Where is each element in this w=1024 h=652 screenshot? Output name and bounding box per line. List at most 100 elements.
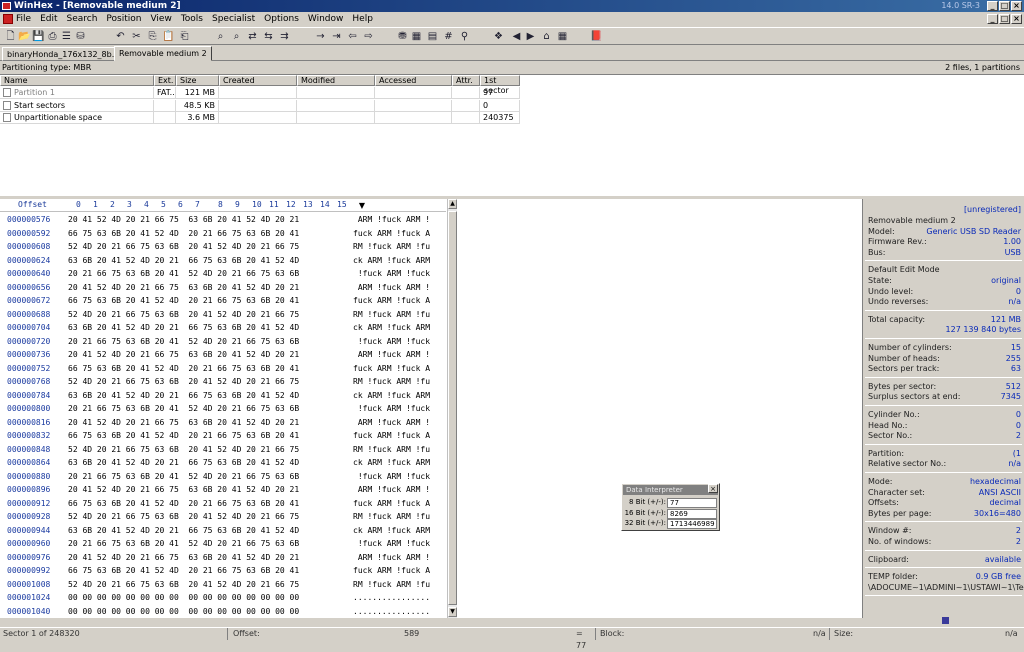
hex-text[interactable]: RM !fuck ARM !fu xyxy=(353,443,430,456)
hex-line[interactable]: 000000640 20 21 66 75 63 6B 20 41 52 4D 2… xyxy=(0,267,446,281)
hash-icon[interactable]: # xyxy=(442,30,455,43)
hex-text[interactable]: fuck ARM !fuck A xyxy=(353,497,430,510)
hex-bytes[interactable]: 63 6B 20 41 52 4D 20 21 66 75 63 6B 20 4… xyxy=(68,524,299,537)
hex-text[interactable]: ARM !fuck ARM ! xyxy=(353,213,430,226)
data-interpreter-title[interactable]: Data Interpreter xyxy=(623,485,718,495)
hex-line[interactable]: 000000704 63 6B 20 41 52 4D 20 21 66 75 6… xyxy=(0,321,446,335)
app-icon[interactable] xyxy=(2,2,11,10)
help-book-icon[interactable]: 📕 xyxy=(590,30,603,43)
charset-dropdown-icon[interactable]: ▼ xyxy=(352,200,372,211)
hex-line[interactable]: 000000992 66 75 63 6B 20 41 52 4D 20 21 6… xyxy=(0,564,446,578)
col-header-7[interactable]: 1st sector xyxy=(480,75,520,95)
col-header-6[interactable]: Attr. xyxy=(452,75,480,86)
data-interpreter-close-icon[interactable]: × xyxy=(708,484,718,493)
menu-options[interactable]: Options xyxy=(264,14,299,24)
save-icon[interactable]: 💾 xyxy=(32,30,45,43)
hex-text[interactable]: RM !fuck ARM !fu xyxy=(353,510,430,523)
calculator-icon[interactable]: ▤ xyxy=(426,30,439,43)
tab-removable-medium[interactable]: Removable medium 2 xyxy=(114,46,212,61)
hex-text[interactable]: ck ARM !fuck ARM xyxy=(353,524,430,537)
hex-line[interactable]: 000000768 52 4D 20 21 66 75 63 6B 20 41 5… xyxy=(0,375,446,389)
hex-bytes[interactable]: 63 6B 20 41 52 4D 20 21 66 75 63 6B 20 4… xyxy=(68,389,299,402)
col-header-5[interactable]: Accessed xyxy=(375,75,452,86)
menu-window[interactable]: Window xyxy=(308,14,344,24)
prev-sector-icon[interactable]: ◀ xyxy=(510,30,523,43)
hex-line[interactable]: 000000976 20 41 52 4D 20 21 66 75 63 6B 2… xyxy=(0,551,446,565)
hex-line[interactable]: 000000656 20 41 52 4D 20 21 66 75 63 6B 2… xyxy=(0,281,446,295)
replace-hex-icon[interactable]: ⇆ xyxy=(262,30,275,43)
menu-edit[interactable]: Edit xyxy=(40,14,57,24)
copy-icon[interactable]: ⎘ xyxy=(146,30,159,43)
col-header-1[interactable]: Ext. xyxy=(154,75,176,86)
file-row[interactable]: Start sectors 48.5 KB 0 xyxy=(0,99,520,112)
hex-bytes[interactable]: 66 75 63 6B 20 41 52 4D 20 21 66 75 63 6… xyxy=(68,497,299,510)
scroll-down-icon[interactable]: ▼ xyxy=(448,607,457,617)
hex-bytes[interactable]: 20 41 52 4D 20 21 66 75 63 6B 20 41 52 4… xyxy=(68,483,299,496)
hex-line[interactable]: 000000720 20 21 66 75 63 6B 20 41 52 4D 2… xyxy=(0,335,446,349)
hex-line[interactable]: 000000880 20 21 66 75 63 6B 20 41 52 4D 2… xyxy=(0,470,446,484)
hex-editor[interactable]: Offset 0 1 2 3 4 5 6 7 8 9 10 11 12 13 14 15 ▼ 00000057… xyxy=(0,199,862,618)
col-header-2[interactable]: Size xyxy=(176,75,219,86)
menu-view[interactable]: View xyxy=(150,14,171,24)
file-row[interactable]: Partition 1 FAT... 121 MB 97 xyxy=(0,87,520,99)
hex-bytes[interactable]: 20 21 66 75 63 6B 20 41 52 4D 20 21 66 7… xyxy=(68,470,299,483)
next-sector-icon[interactable]: ▶ xyxy=(524,30,537,43)
maximize-button[interactable]: □ xyxy=(999,1,1010,11)
menu-tools[interactable]: Tools xyxy=(181,14,203,24)
hex-text[interactable]: !fuck ARM !fuck xyxy=(353,470,430,483)
hex-text[interactable]: !fuck ARM !fuck xyxy=(353,402,430,415)
hex-line[interactable]: 000000816 20 41 52 4D 20 21 66 75 63 6B 2… xyxy=(0,416,446,430)
hex-line[interactable]: 000000688 52 4D 20 21 66 75 63 6B 20 41 5… xyxy=(0,308,446,322)
hex-bytes[interactable]: 52 4D 20 21 66 75 63 6B 20 41 52 4D 20 2… xyxy=(68,578,299,591)
hex-bytes[interactable]: 20 21 66 75 63 6B 20 41 52 4D 20 21 66 7… xyxy=(68,537,299,550)
vertical-scrollbar[interactable]: ▲ ▼ xyxy=(447,199,457,618)
hex-bytes[interactable]: 52 4D 20 21 66 75 63 6B 20 41 52 4D 20 2… xyxy=(68,240,299,253)
hex-text[interactable]: RM !fuck ARM !fu xyxy=(353,578,430,591)
hex-line[interactable]: 000000672 66 75 63 6B 20 41 52 4D 20 21 6… xyxy=(0,294,446,308)
hex-text[interactable]: ck ARM !fuck ARM xyxy=(353,456,430,469)
hex-bytes[interactable]: 66 75 63 6B 20 41 52 4D 20 21 66 75 63 6… xyxy=(68,429,299,442)
hex-line[interactable]: 000000896 20 41 52 4D 20 21 66 75 63 6B 2… xyxy=(0,483,446,497)
hex-text[interactable]: ................ xyxy=(353,591,430,604)
hex-bytes[interactable]: 20 41 52 4D 20 21 66 75 63 6B 20 41 52 4… xyxy=(68,281,299,294)
hex-bytes[interactable]: 66 75 63 6B 20 41 52 4D 20 21 66 75 63 6… xyxy=(68,294,299,307)
menu-file[interactable]: File xyxy=(16,14,31,24)
print-icon[interactable]: ⎙ xyxy=(46,30,59,43)
col-header-4[interactable]: Modified xyxy=(297,75,375,86)
find-next-icon[interactable]: ⇉ xyxy=(278,30,291,43)
hex-bytes[interactable]: 20 41 52 4D 20 21 66 75 63 6B 20 41 52 4… xyxy=(68,213,299,226)
hex-bytes[interactable]: 52 4D 20 21 66 75 63 6B 20 41 52 4D 20 2… xyxy=(68,308,299,321)
hex-text[interactable]: fuck ARM !fuck A xyxy=(353,227,430,240)
hex-text[interactable]: !fuck ARM !fuck xyxy=(353,267,430,280)
hex-text[interactable]: fuck ARM !fuck A xyxy=(353,294,430,307)
hex-bytes[interactable]: 63 6B 20 41 52 4D 20 21 66 75 63 6B 20 4… xyxy=(68,456,299,469)
find-hex-icon[interactable]: ⌕ xyxy=(230,30,243,43)
hex-bytes[interactable]: 00 00 00 00 00 00 00 00 00 00 00 00 00 0… xyxy=(68,591,299,604)
cut-icon[interactable]: ✂ xyxy=(130,30,143,43)
hex-text[interactable]: ARM !fuck ARM ! xyxy=(353,348,430,361)
open-icon[interactable]: 📂 xyxy=(18,30,31,43)
hex-line[interactable]: 000000960 20 21 66 75 63 6B 20 41 52 4D 2… xyxy=(0,537,446,551)
paste-icon[interactable]: 📋 xyxy=(162,30,175,43)
hex-line[interactable]: 000000784 63 6B 20 41 52 4D 20 21 66 75 6… xyxy=(0,389,446,403)
table-icon[interactable]: ▦ xyxy=(556,30,569,43)
hex-text[interactable]: ARM !fuck ARM ! xyxy=(353,416,430,429)
hex-text[interactable]: !fuck ARM !fuck xyxy=(353,537,430,550)
close-button[interactable]: × xyxy=(1011,1,1022,11)
col-header-3[interactable]: Created xyxy=(219,75,297,86)
hex-line[interactable]: 000000624 63 6B 20 41 52 4D 20 21 66 75 6… xyxy=(0,254,446,268)
hex-line[interactable]: 000001024 00 00 00 00 00 00 00 00 00 00 0… xyxy=(0,591,446,605)
menu-position[interactable]: Position xyxy=(106,14,141,24)
hex-line[interactable]: 000000928 52 4D 20 21 66 75 63 6B 20 41 5… xyxy=(0,510,446,524)
hex-bytes[interactable]: 00 00 00 00 00 00 00 00 00 00 00 00 00 0… xyxy=(68,605,299,618)
undo-icon[interactable]: ↶ xyxy=(114,30,127,43)
hex-text[interactable]: ARM !fuck ARM ! xyxy=(353,281,430,294)
hex-line[interactable]: 000000576 20 41 52 4D 20 21 66 75 63 6B 2… xyxy=(0,213,446,227)
new-icon[interactable]: 🗋 xyxy=(4,30,17,43)
menu-help[interactable]: Help xyxy=(352,14,373,24)
col-header-0[interactable]: Name xyxy=(0,75,154,86)
hex-text[interactable]: ck ARM !fuck ARM xyxy=(353,321,430,334)
scroll-up-icon[interactable]: ▲ xyxy=(448,199,457,209)
data-interpreter-window[interactable]: Data Interpreter × 8 Bit (+/-): 77 16 Bit … xyxy=(621,483,720,531)
file-row[interactable]: Unpartitionable space 3.6 MB 240375 xyxy=(0,112,520,124)
